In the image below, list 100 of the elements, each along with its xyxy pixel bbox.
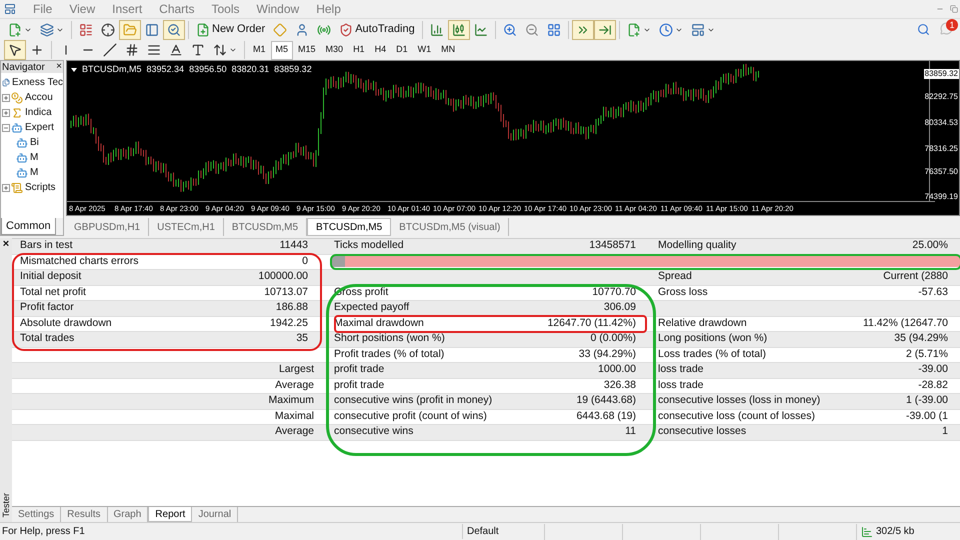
report-label: Maximal drawdown xyxy=(334,316,424,331)
menu-item[interactable]: Help xyxy=(316,0,341,18)
tree-item[interactable]: M xyxy=(30,150,38,165)
tree-item[interactable]: Bi xyxy=(30,135,39,150)
crosshair-icon xyxy=(101,22,115,36)
expand-icon[interactable] xyxy=(2,108,10,116)
report-label: Gross loss xyxy=(658,284,708,300)
chart-tab[interactable]: USTECm,H1 xyxy=(149,218,224,236)
menu-item[interactable]: Tools xyxy=(212,0,240,18)
report-value: 1 xyxy=(942,424,948,440)
timeframe-button[interactable]: H4 xyxy=(370,40,392,60)
menu-item[interactable]: File xyxy=(33,0,52,18)
clock-icon xyxy=(658,22,673,36)
tree-item[interactable]: Accou xyxy=(25,90,53,105)
layers-icon xyxy=(40,22,54,36)
report-value: 35 (94.29% xyxy=(894,331,948,346)
tree-item[interactable]: Scripts xyxy=(25,180,56,195)
report-value: 10713.07 xyxy=(264,284,308,300)
timeframe-button[interactable]: D1 xyxy=(391,40,413,60)
menu-item[interactable]: View xyxy=(69,0,96,18)
timeframe-button[interactable]: W1 xyxy=(412,40,436,60)
scroll-icon xyxy=(11,182,23,194)
new-order-icon xyxy=(196,22,210,36)
report-value: 2 (5.71% xyxy=(906,346,948,362)
report-label: Modelling quality xyxy=(658,238,736,254)
collapse-icon[interactable] xyxy=(2,124,10,132)
panel-title: Tester xyxy=(1,493,11,518)
report-label: Expected payoff xyxy=(334,300,410,316)
price-label: 76357.50 xyxy=(924,167,959,177)
menu-item[interactable]: Window xyxy=(256,0,300,18)
report-label: consecutive losses (loss in money) xyxy=(658,393,820,408)
report-value: 12647.70 (11.42%) xyxy=(547,316,636,331)
expand-icon[interactable] xyxy=(2,184,10,192)
text-label-icon xyxy=(191,43,205,57)
signal-icon xyxy=(317,22,332,36)
report-label: Mismatched charts errors xyxy=(20,254,138,269)
toolbar-button[interactable]: AutoTrading xyxy=(335,20,419,40)
ohlc-price: 83859.32 xyxy=(274,63,312,76)
timeframe-button[interactable]: M5 xyxy=(270,40,294,60)
status-text: For Help, press F1 xyxy=(1,525,86,539)
toolbar-button[interactable]: New Order xyxy=(192,20,270,40)
report-value: 33 (94.29%) xyxy=(578,346,636,362)
report-value: -57.63 xyxy=(918,284,948,300)
list-icon xyxy=(79,22,93,36)
toolbar-icon-button[interactable] xyxy=(4,40,26,60)
report-label: Profit factor xyxy=(20,300,74,316)
report-label: Relative drawdown xyxy=(658,316,747,331)
menu-item[interactable]: Charts xyxy=(159,0,194,18)
timeframe-button[interactable]: M30 xyxy=(320,40,348,60)
chart-tab[interactable]: BTCUSDm,M5 (visual) xyxy=(391,218,510,236)
status-profile: Default xyxy=(462,524,544,539)
candlestick-icon xyxy=(452,22,466,36)
search-icon[interactable] xyxy=(917,23,930,36)
trendline-icon xyxy=(103,43,117,57)
report-value: 306.09 xyxy=(604,300,636,316)
diamond-icon xyxy=(273,22,288,36)
zoom-out-icon xyxy=(524,22,539,36)
robot-icon xyxy=(16,136,28,148)
chart-tab[interactable]: GBPUSDm,H1 xyxy=(66,218,150,236)
close-button[interactable]: × xyxy=(56,62,62,72)
report-label: Bars in test xyxy=(20,238,73,254)
restore-icon[interactable] xyxy=(950,5,958,13)
chart-tab[interactable]: BTCUSDm,M5 xyxy=(307,218,392,236)
tree-item[interactable]: Expert xyxy=(25,120,54,135)
indicator-icon xyxy=(626,22,641,36)
timeframe-button[interactable]: M15 xyxy=(293,40,321,60)
report-value: 11 xyxy=(625,424,636,440)
report-label: consecutive losses xyxy=(658,424,746,440)
panel-tab[interactable]: Common xyxy=(1,218,56,235)
panel-title: Navigator xyxy=(2,60,45,74)
report-value: 11.42% (12647.70 xyxy=(862,316,948,331)
report-label: Profit trades (% of total) xyxy=(334,346,444,362)
close-button[interactable]: × xyxy=(2,238,10,250)
coins-icon xyxy=(11,92,23,104)
report-label: Long positions (won %) xyxy=(658,331,768,346)
report-label: Loss trades (% of total) xyxy=(658,346,766,362)
tester-tab[interactable]: Report xyxy=(148,507,192,522)
tree-item[interactable]: Exness Tec xyxy=(12,75,63,90)
chat-icon[interactable] xyxy=(940,22,953,34)
report-value: 1000.00 xyxy=(598,362,636,378)
report-group-label: Largest xyxy=(278,362,314,378)
report-label: loss trade xyxy=(658,362,704,378)
timeframe-button[interactable]: M1 xyxy=(248,40,271,60)
template-icon xyxy=(690,22,705,36)
report-label: Initial deposit xyxy=(20,269,82,284)
menu-item[interactable]: Insert xyxy=(112,0,142,18)
connection-bars-icon xyxy=(861,526,873,538)
expand-icon[interactable] xyxy=(2,94,10,102)
report-value: 0 xyxy=(302,254,308,269)
report-value: 35 xyxy=(296,331,308,346)
report-value: 13458571 xyxy=(589,238,636,254)
new-chart-icon xyxy=(8,22,22,36)
timeframe-button[interactable]: MN xyxy=(436,40,460,60)
price-label: 74399.19 xyxy=(924,192,959,202)
timeframe-button[interactable]: H1 xyxy=(348,40,370,60)
tree-item[interactable]: M xyxy=(30,165,38,180)
dropdown-icon[interactable] xyxy=(71,68,77,72)
report-value: 19 (6443.68) xyxy=(576,393,636,408)
price-label: 78316.25 xyxy=(924,144,959,154)
tree-item[interactable]: Indica xyxy=(25,105,52,120)
